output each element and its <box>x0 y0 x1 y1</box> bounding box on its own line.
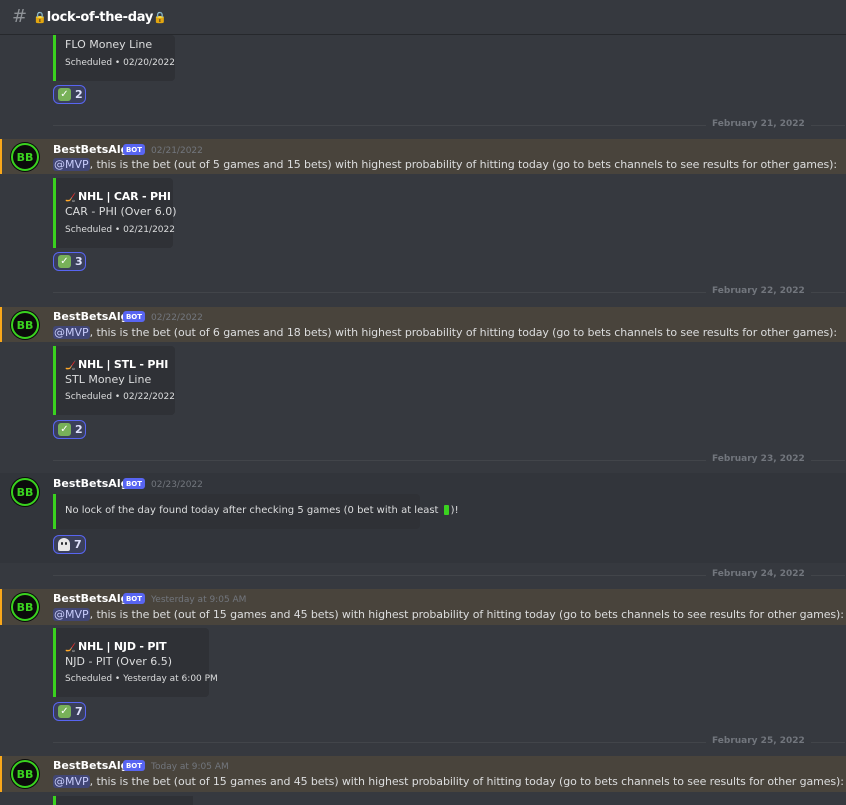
reaction-count: 2 <box>75 88 83 101</box>
date-divider-label: February 23, 2022 <box>706 454 811 464</box>
embed-title: 🏒 NHL | NJD - PIT <box>65 640 167 653</box>
channel-header: # 🔒 lock-of-the-day 🔒 <box>0 0 846 35</box>
check-icon: ✓ <box>58 705 71 718</box>
embed-pick: STL Money Line <box>65 373 152 386</box>
message-content: @MVP, this is the bet (out of 6 games an… <box>53 326 837 339</box>
embed-title-text: NHL | STL - PHI <box>78 358 169 371</box>
message-text: , this is the bet (out of 6 games and 18… <box>89 326 837 339</box>
embed-footer: Scheduled • Yesterday at 6:00 PM <box>65 674 218 684</box>
bet-embed: 🏒 NHL | STL - PHI STL Money Line Schedule… <box>53 346 175 415</box>
ghost-icon <box>58 538 70 551</box>
reaction-button[interactable]: ✓ 2 <box>53 85 86 104</box>
avatar[interactable]: BB <box>10 592 40 622</box>
reaction-button[interactable]: ✓ 7 <box>53 702 86 721</box>
battery-icon <box>443 505 449 515</box>
reaction-count: 3 <box>75 255 83 268</box>
avatar[interactable]: BB <box>10 310 40 340</box>
reaction-button[interactable]: ✓ 3 <box>53 252 86 271</box>
svg-text:BB: BB <box>17 319 34 332</box>
message-content: @MVP, this is the bet (out of 15 games a… <box>53 775 844 788</box>
embed-title: 🏒 NHL | CAR - PHI <box>65 190 171 203</box>
message-text: , this is the bet (out of 15 games and 4… <box>89 775 844 788</box>
bot-avatar-icon: BB <box>11 593 39 621</box>
bet-embed: FLO Money Line Scheduled • 02/20/2022 <box>53 35 175 81</box>
embed-pick: FLO Money Line <box>65 38 153 51</box>
date-divider-label: February 25, 2022 <box>706 736 811 746</box>
reaction-count: 7 <box>75 705 83 718</box>
message-text: , this is the bet (out of 15 games and 4… <box>89 608 844 621</box>
avatar[interactable]: BB <box>10 759 40 789</box>
embed-text: No lock of the day found today after che… <box>65 505 459 516</box>
embed-pick: CAR - PHI (Over 6.0) <box>65 205 177 218</box>
timestamp: Today at 9:05 AM <box>151 762 229 772</box>
avatar[interactable]: BB <box>10 477 40 507</box>
user-mention[interactable]: @MVP <box>53 326 90 339</box>
embed-footer: Scheduled • 02/22/2022 <box>65 392 175 402</box>
hockey-stick-icon: 🏒 <box>65 193 77 203</box>
user-mention[interactable]: @MVP <box>53 158 90 171</box>
timestamp: 02/21/2022 <box>151 146 203 156</box>
bot-tag: BOT <box>123 478 145 489</box>
embed-footer: Scheduled • 02/20/2022 <box>65 58 175 68</box>
svg-text:BB: BB <box>17 768 34 781</box>
hockey-stick-icon: 🏒 <box>65 361 77 371</box>
bot-tag: BOT <box>123 144 145 155</box>
svg-text:BB: BB <box>17 151 34 164</box>
timestamp: Yesterday at 9:05 AM <box>151 595 247 605</box>
bot-avatar-icon: BB <box>11 760 39 788</box>
check-icon: ✓ <box>58 423 71 436</box>
bot-avatar-icon: BB <box>11 478 39 506</box>
reaction-count: 7 <box>74 538 82 551</box>
avatar[interactable]: BB <box>10 142 40 172</box>
embed-footer: Scheduled • 02/21/2022 <box>65 225 175 235</box>
bot-tag: BOT <box>123 760 145 771</box>
message-content: @MVP, this is the bet (out of 15 games a… <box>53 608 844 621</box>
bot-tag: BOT <box>123 593 145 604</box>
check-icon: ✓ <box>58 255 71 268</box>
hash-icon: # <box>12 6 28 27</box>
svg-text:BB: BB <box>17 601 34 614</box>
lock-icon: 🔒 <box>153 10 167 24</box>
user-mention[interactable]: @MVP <box>53 775 90 788</box>
embed-pick: NJD - PIT (Over 6.5) <box>65 655 173 668</box>
timestamp: 02/22/2022 <box>151 313 203 323</box>
channel-name: lock-of-the-day <box>46 9 154 25</box>
message-text: , this is the bet (out of 5 games and 15… <box>89 158 837 171</box>
svg-text:BB: BB <box>17 486 34 499</box>
date-divider-label: February 24, 2022 <box>706 569 811 579</box>
reaction-button[interactable]: 7 <box>53 535 86 554</box>
timestamp: 02/23/2022 <box>151 480 203 490</box>
message-content: @MVP, this is the bet (out of 5 games an… <box>53 158 837 171</box>
check-icon: ✓ <box>58 88 71 101</box>
user-mention[interactable]: @MVP <box>53 608 90 621</box>
date-divider-label: February 21, 2022 <box>706 119 811 129</box>
bot-tag: BOT <box>123 311 145 322</box>
bet-embed: 🏒 NHL | NJD - PIT NJD - PIT (Over 6.5) Sc… <box>53 628 218 697</box>
info-embed: No lock of the day found today after che… <box>53 494 459 529</box>
lock-icon: 🔒 <box>33 10 47 24</box>
embed-title: 🏒 NHL | STL - PHI <box>65 358 168 371</box>
embed-title-text: NHL | NJD - PIT <box>78 640 167 653</box>
bet-embed: 🏒 NHL | CAR - PHI CAR - PHI (Over 6.0) Sc… <box>53 178 177 248</box>
date-divider-label: February 22, 2022 <box>706 286 811 296</box>
reaction-count: 2 <box>75 423 83 436</box>
hockey-stick-icon: 🏒 <box>65 643 77 653</box>
bet-embed <box>53 796 193 805</box>
embed-title-text: NHL | CAR - PHI <box>78 190 171 203</box>
bot-avatar-icon: BB <box>11 143 39 171</box>
bot-avatar-icon: BB <box>11 311 39 339</box>
reaction-button[interactable]: ✓ 2 <box>53 420 86 439</box>
